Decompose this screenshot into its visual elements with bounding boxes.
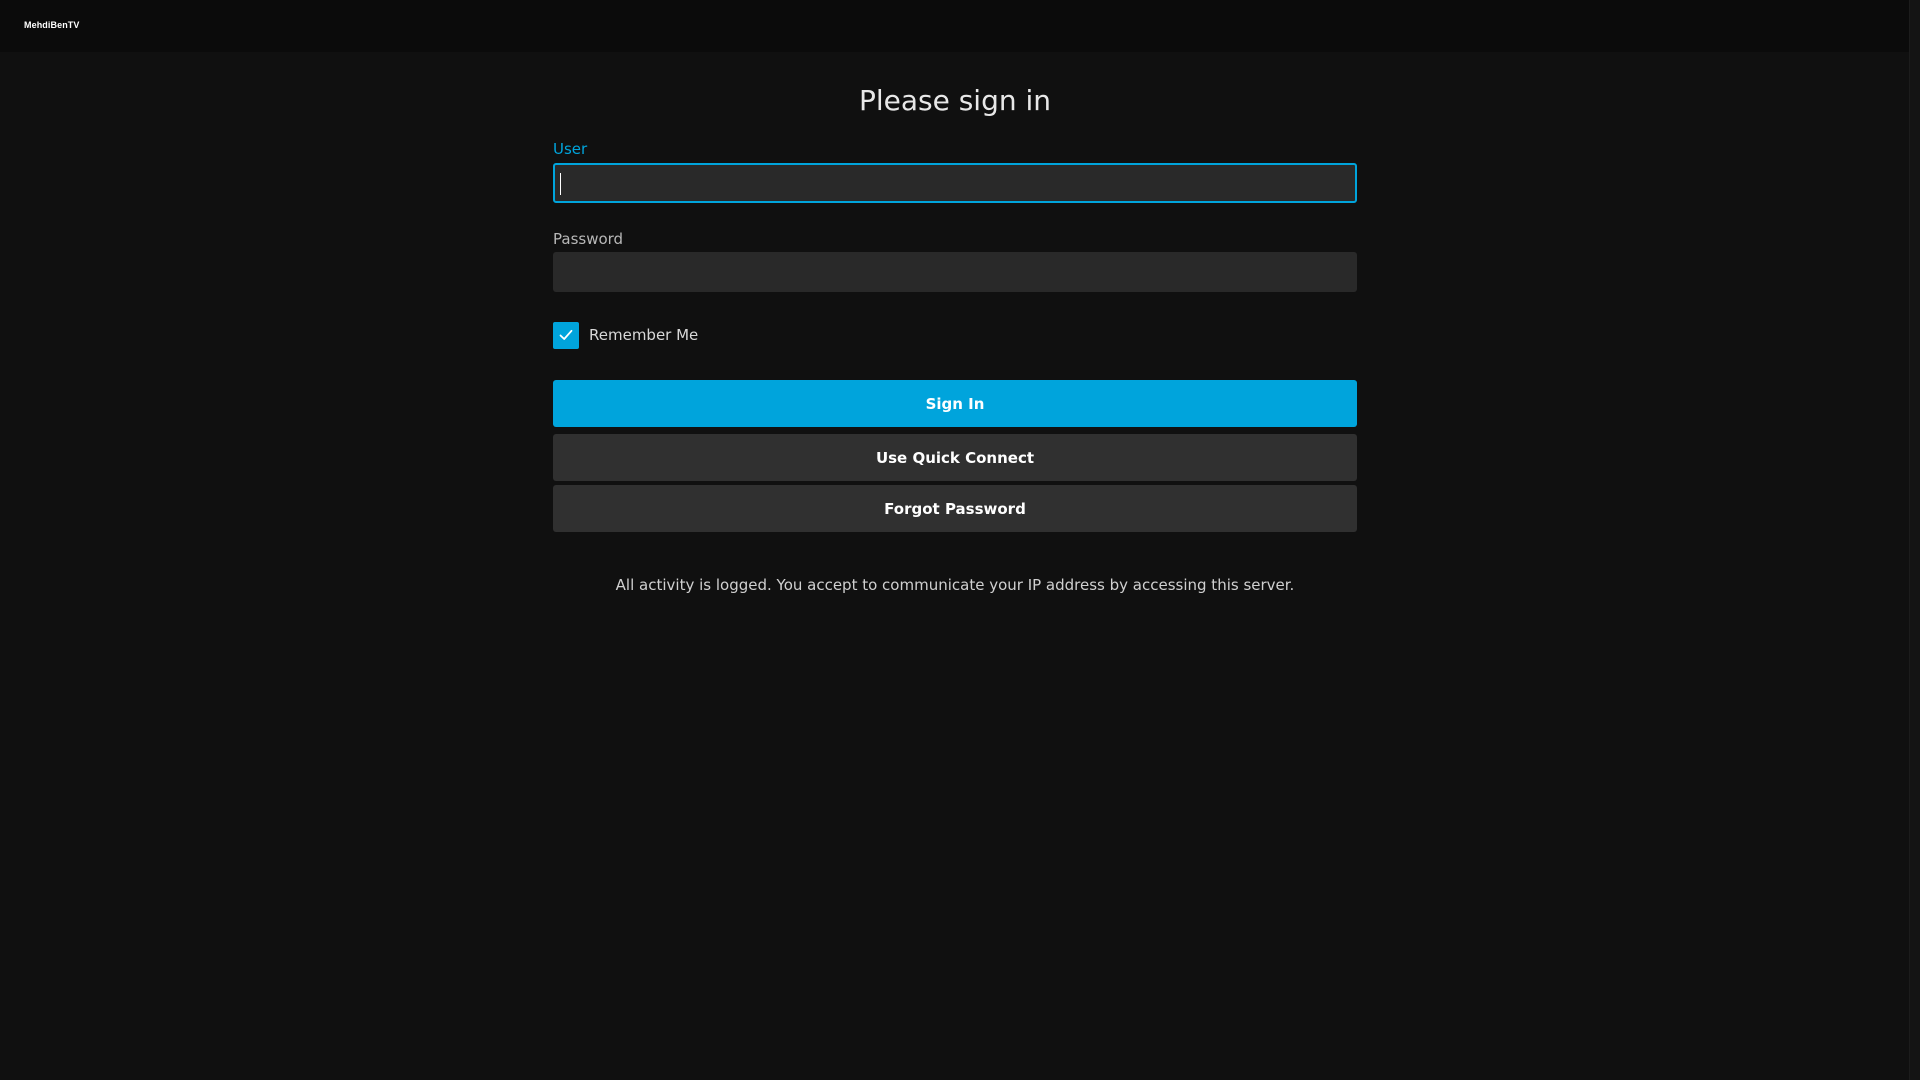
page-scrollbar[interactable] [1909,0,1920,1080]
quick-connect-button[interactable]: Use Quick Connect [553,434,1357,481]
remember-me-checkbox[interactable] [553,321,579,349]
remember-me-label: Remember Me [589,326,699,344]
user-label: User [553,140,588,158]
login-page: MehdiBenTV Please sign in User Password … [0,0,1920,1080]
disclaimer-text: All activity is logged. You accept to co… [615,576,1295,594]
sign-in-button[interactable]: Sign In [553,380,1357,427]
top-header: MehdiBenTV [0,0,1909,52]
forgot-password-button[interactable]: Forgot Password [553,485,1357,532]
page-title: Please sign in [858,84,1052,117]
text-caret [560,173,561,195]
password-label: Password [553,230,624,248]
user-input[interactable] [553,163,1357,203]
logo[interactable]: MehdiBenTV [24,20,80,30]
remember-me-row[interactable]: Remember Me [553,321,698,349]
password-input[interactable] [553,252,1357,292]
check-icon [559,329,573,340]
